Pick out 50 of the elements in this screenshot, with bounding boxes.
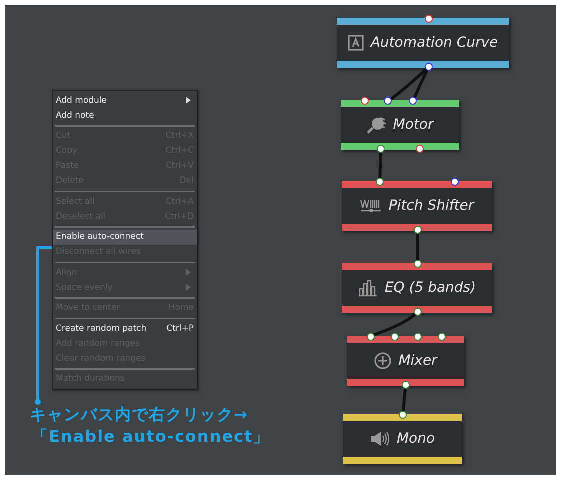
input-port[interactable] xyxy=(376,178,384,186)
module-node[interactable]: Mixer xyxy=(347,336,464,386)
annotation-text: 「Enable auto-connect」 xyxy=(31,426,270,448)
input-port[interactable] xyxy=(414,260,422,268)
input-port[interactable] xyxy=(409,97,417,105)
node-title: Pitch Shifter xyxy=(388,198,474,214)
node-title: Automation Curve xyxy=(370,35,498,51)
input-port[interactable] xyxy=(399,411,407,419)
output-port[interactable] xyxy=(414,308,422,316)
submenu-arrow-icon xyxy=(186,269,191,276)
annotation-text: キャンバス内で右クリック→ xyxy=(30,404,250,426)
waveform-icon xyxy=(360,198,382,214)
submenu-arrow-icon xyxy=(186,97,191,104)
output-port[interactable] xyxy=(402,381,410,389)
menu-item[interactable]: Add module xyxy=(53,93,197,108)
input-port[interactable] xyxy=(391,333,399,341)
output-port[interactable] xyxy=(416,145,424,153)
input-port[interactable] xyxy=(438,333,446,341)
motor-icon xyxy=(366,116,386,134)
module-node[interactable]: Motor xyxy=(341,100,459,150)
submenu-arrow-icon xyxy=(186,284,191,291)
bar-graph-icon xyxy=(358,279,378,297)
plus-circle-icon xyxy=(374,352,392,370)
node-title: Mono xyxy=(396,431,436,447)
output-port[interactable] xyxy=(377,145,385,153)
module-node[interactable]: Pitch Shifter xyxy=(342,181,492,231)
input-port[interactable] xyxy=(414,333,422,341)
module-node[interactable]: EQ (5 bands) xyxy=(342,263,492,313)
menu-item-label: Add note xyxy=(56,110,96,120)
menu-item[interactable]: Create random patch Ctrl+P xyxy=(53,321,197,336)
output-port[interactable] xyxy=(414,226,422,234)
input-port[interactable] xyxy=(367,333,375,341)
module-node[interactable]: Automation Curve xyxy=(337,18,509,68)
input-port[interactable] xyxy=(425,15,433,23)
shortcut-label: Ctrl+P xyxy=(166,324,194,334)
menu-item-label: Enable auto-connect xyxy=(56,232,145,242)
node-title: Mixer xyxy=(398,353,438,369)
input-port[interactable] xyxy=(384,97,392,105)
output-port[interactable] xyxy=(425,63,433,71)
speaker-icon xyxy=(370,431,390,447)
menu-item[interactable]: Add note xyxy=(53,108,197,123)
letter-box-icon xyxy=(348,35,364,51)
module-node[interactable]: Mono xyxy=(343,414,462,464)
input-port[interactable] xyxy=(451,178,459,186)
node-title: Motor xyxy=(393,117,434,133)
node-title: EQ (5 bands) xyxy=(384,280,476,296)
menu-item-label: Add module xyxy=(56,96,108,106)
menu-item-label: Create random patch xyxy=(56,324,148,334)
input-port[interactable] xyxy=(361,97,369,105)
menu-item[interactable]: Enable auto-connect xyxy=(53,230,197,244)
